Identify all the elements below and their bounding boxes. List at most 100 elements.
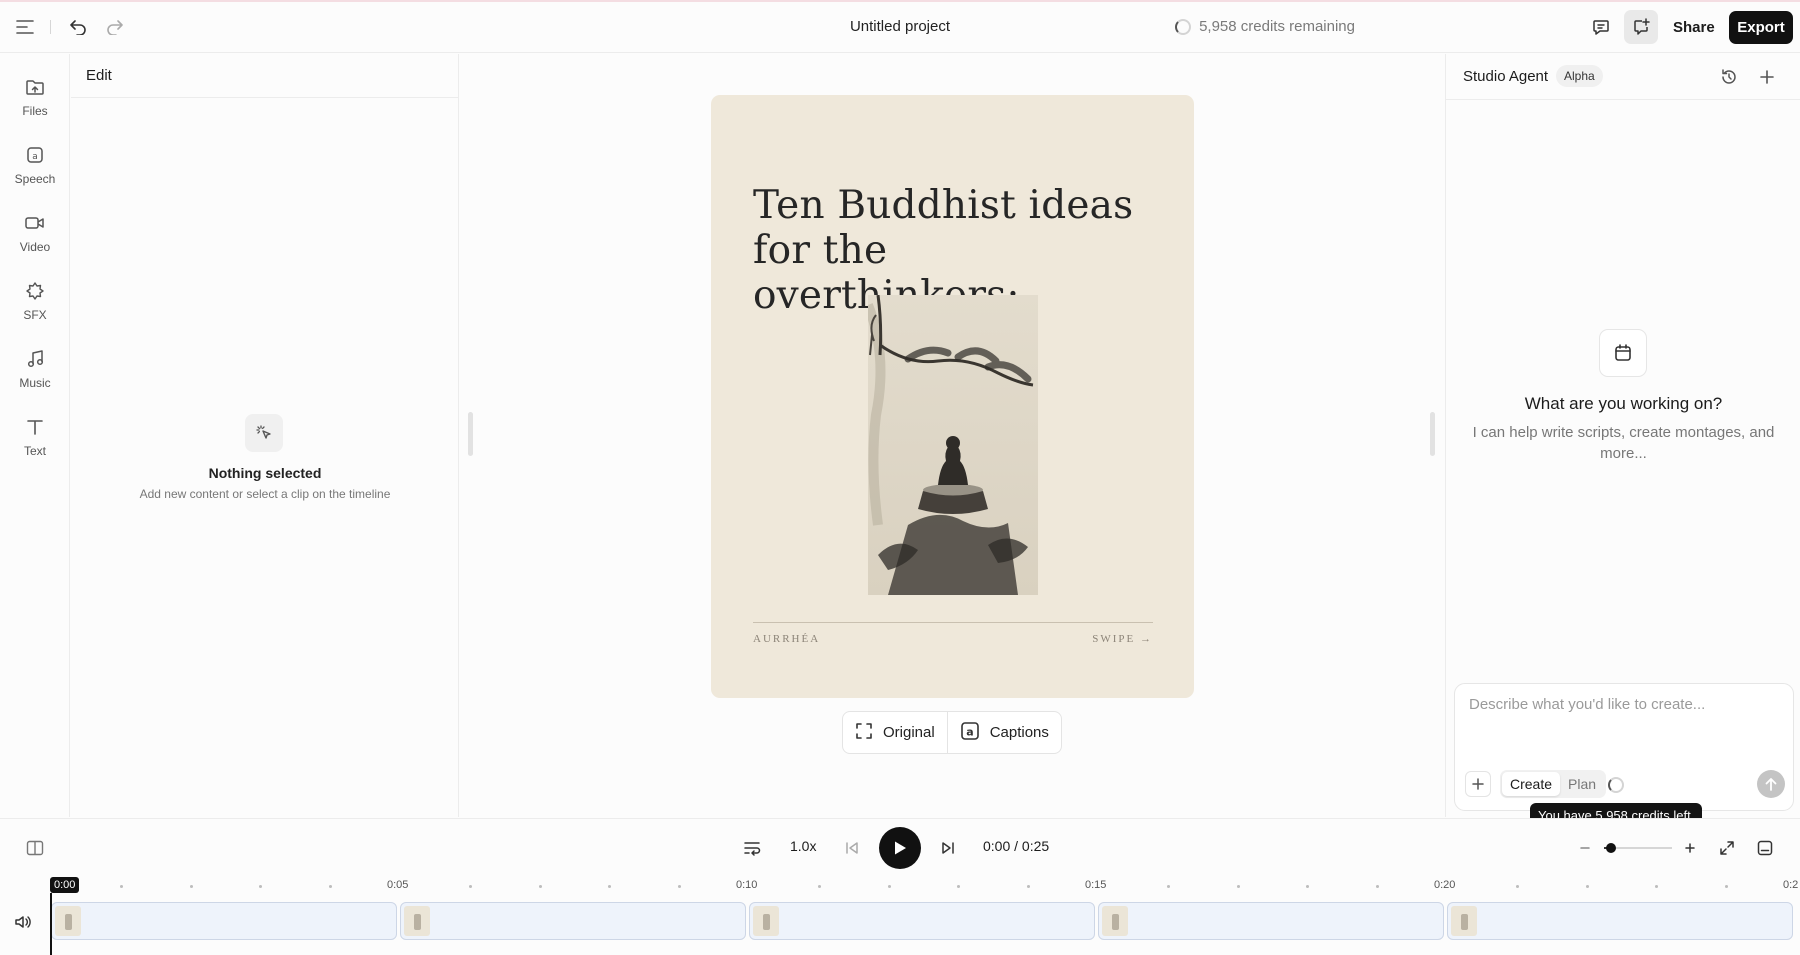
ruler-tick [259,885,263,888]
share-button[interactable]: Share [1663,12,1725,43]
original-button[interactable]: Original [843,712,947,753]
ruler-tick [1655,885,1659,888]
play-icon [895,841,906,855]
rail-item-label: Music [19,376,51,390]
rail-item-files[interactable]: Files [0,68,70,128]
agent-panel-icon[interactable] [1624,10,1658,44]
history-icon[interactable] [1718,66,1740,88]
ruler-tick [468,885,472,888]
send-button[interactable] [1757,770,1785,798]
timeline-clip[interactable] [749,902,1095,940]
zoom-out-icon[interactable] [1575,837,1595,859]
edit-panel-title: Edit [71,54,458,98]
calendar-icon [1599,329,1647,377]
speech-icon: a [24,144,46,166]
ruler-tick [1585,885,1589,888]
clip-thumbnail [753,906,779,936]
rail-item-label: Video [19,240,51,254]
ruler-label: 0:20 [1434,879,1456,891]
ruler-tick [1306,885,1310,888]
captions-icon: a [960,721,980,745]
new-chat-plus-icon[interactable] [1756,66,1778,88]
playback-speed[interactable]: 1.0x [790,838,816,854]
volume-icon[interactable] [14,914,32,935]
timeline-ruler[interactable]: 0:05 0:10 0:15 0:20 0:2 [0,876,1800,896]
export-button[interactable]: Export [1729,11,1793,44]
arrow-up-icon [1765,778,1777,791]
rail-item-label: SFX [23,308,47,322]
expand-icon[interactable] [1716,837,1738,859]
agent-subtitle: I can help write scripts, create montage… [1472,424,1775,462]
ruler-tick [329,885,333,888]
ruler-tick [957,885,961,888]
playhead-line[interactable] [50,893,52,955]
project-title[interactable]: Untitled project [0,18,1800,35]
attach-plus-button[interactable] [1465,771,1491,797]
agent-composer: Create Plan [1454,683,1794,811]
split-view-icon[interactable] [24,837,46,859]
canvas-title-line: Ten Buddhist ideas [753,183,1134,228]
playhead-time[interactable]: 0:00 [50,877,80,893]
time-separator: / [1014,838,1019,854]
ruler-tick [608,885,612,888]
left-resize-handle[interactable] [468,412,473,456]
video-track [0,896,1800,955]
captions-panel-icon[interactable] [1754,837,1776,859]
current-time: 0:00 [983,838,1011,854]
app-header: Untitled project 5,958 credits remaining… [0,2,1800,53]
timeline-clip[interactable] [400,902,746,940]
ruler-tick [1376,885,1380,888]
right-resize-handle[interactable] [1430,412,1435,456]
ruler-tick [1515,885,1519,888]
agent-title: Studio Agent [1463,68,1549,85]
rail-item-music[interactable]: Music [0,340,70,400]
timeline-clip[interactable] [1447,902,1793,940]
ruler-tick [1027,885,1031,888]
skip-forward-icon[interactable] [937,837,959,859]
zoom-slider-handle[interactable] [1606,843,1617,853]
rail-item-label: Speech [14,172,56,186]
clip-thumbnail [1451,906,1477,936]
agent-prompt-input[interactable] [1469,696,1779,746]
rail-item-sfx[interactable]: SFX [0,272,70,332]
timeline-clip[interactable] [1098,902,1444,940]
ruler-tick [1236,885,1240,888]
view-toggle: Original a Captions [842,711,1062,754]
ruler-tick [678,885,682,888]
rail-item-text[interactable]: Text [0,408,70,468]
ruler-label: 0:2 [1783,879,1799,891]
agent-header: Studio Agent Alpha [1446,54,1800,100]
zoom-in-icon[interactable] [1680,837,1700,859]
alpha-badge: Alpha [1556,65,1603,87]
transport-bar: 1.0x 0:00 / 0:25 [0,818,1800,876]
loop-icon[interactable] [741,837,763,859]
rail-item-speech[interactable]: a Speech [0,136,70,196]
timeline-clip[interactable] [51,902,397,940]
comment-icon[interactable] [1584,10,1618,44]
skip-back-icon[interactable] [841,837,863,859]
video-icon [24,212,46,234]
agent-question: What are you working on? [1524,394,1723,413]
buddha-illustration[interactable] [868,295,1038,595]
total-duration: 0:25 [1021,838,1050,854]
canvas-divider [753,622,1153,623]
ruler-tick [1166,885,1170,888]
ruler-tick [1725,885,1729,888]
canvas-preview[interactable]: Ten Buddhist ideas for the overthinkers:… [711,95,1194,698]
rail-item-video[interactable]: Video [0,204,70,264]
text-icon [24,416,46,438]
pointer-click-icon [245,414,283,452]
captions-label: Captions [989,724,1049,741]
mode-plan-button[interactable]: Plan [1560,772,1604,796]
credits-spinner-icon[interactable] [1608,777,1624,793]
ruler-tick [817,885,821,888]
credits-indicator: 5,958 credits remaining [1175,18,1355,35]
svg-text:a: a [966,725,973,738]
captions-button[interactable]: a Captions [946,712,1061,753]
canvas-swipe-hint: SWIPE → [1092,633,1153,645]
mode-create-button[interactable]: Create [1502,772,1561,796]
play-button[interactable] [879,827,921,869]
credits-text: 5,958 credits remaining [1199,18,1355,35]
studio-agent-panel: Studio Agent Alpha What are you working … [1445,54,1800,817]
empty-state-subtitle: Add new content or select a clip on the … [139,487,391,501]
